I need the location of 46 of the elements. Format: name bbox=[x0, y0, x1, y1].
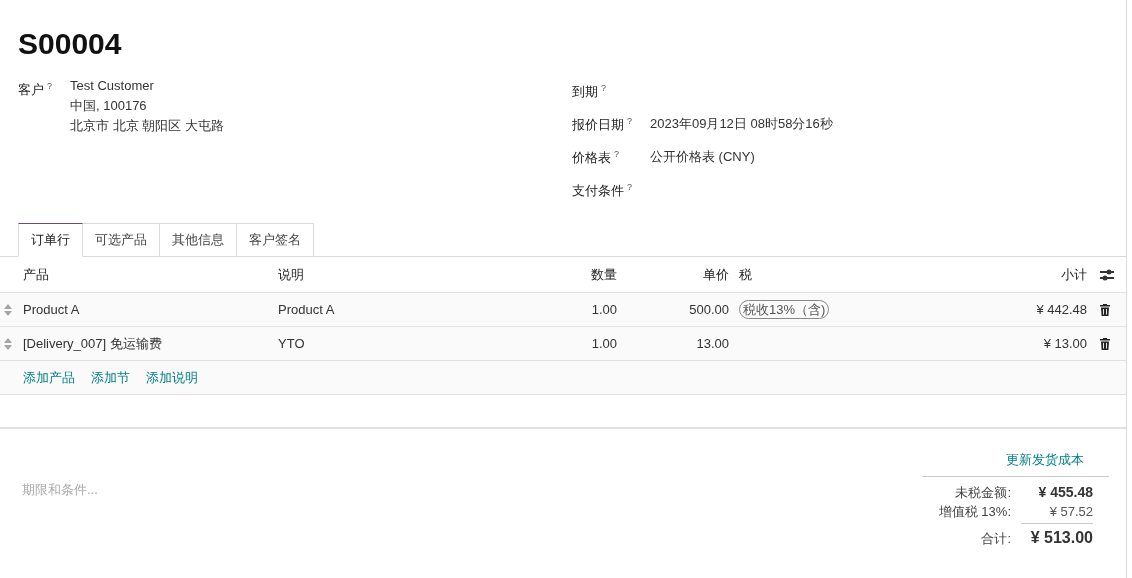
column-header[interactable]: 说明 bbox=[278, 266, 304, 282]
table-cell: 1.00 bbox=[591, 302, 617, 317]
trash-icon[interactable] bbox=[1100, 337, 1110, 350]
column-header[interactable]: 单价 bbox=[703, 266, 729, 282]
update-shipping-button[interactable]: 更新发货成本 bbox=[1002, 449, 1109, 471]
tab[interactable]: 客户签名 bbox=[237, 223, 314, 257]
field-label: 到期 $^{?}$ bbox=[572, 82, 607, 102]
field-label: 价格表 $^{?}$ bbox=[572, 148, 620, 168]
column-header[interactable]: 数量 bbox=[591, 266, 617, 282]
column-header[interactable]: 产品 bbox=[23, 266, 49, 282]
column-header[interactable]: 税 bbox=[739, 266, 752, 282]
total-label: 合计: bbox=[981, 530, 1011, 548]
trash-icon[interactable] bbox=[1100, 303, 1110, 316]
table-cell: 1.00 bbox=[591, 336, 617, 351]
add-line-link[interactable]: 添加节 bbox=[91, 369, 130, 385]
add-line-link[interactable]: 添加说明 bbox=[146, 369, 198, 385]
order-title: S00004 bbox=[17, 26, 123, 62]
customer-address-line: Test Customer bbox=[70, 77, 155, 95]
table-cell: 500.00 bbox=[689, 302, 729, 317]
column-header[interactable]: 小计 bbox=[1061, 266, 1087, 282]
table-cell: Product A bbox=[278, 302, 335, 317]
total-value: ¥ 57.52 bbox=[1021, 502, 1093, 524]
field-value: 公开价格表 (CNY) bbox=[650, 148, 755, 166]
total-label: 增值税 13%: bbox=[938, 503, 1011, 521]
add-line-link[interactable]: 添加产品 bbox=[23, 369, 75, 385]
tab[interactable]: 订单行 bbox=[18, 223, 83, 257]
customer-address-line: 北京市 北京 朝阳区 大屯路 bbox=[70, 117, 224, 135]
tab[interactable]: 可选产品 bbox=[83, 223, 160, 257]
table-cell: [Delivery_007] 免运输费 bbox=[23, 335, 162, 351]
field-label: 支付条件 $^{?}$ bbox=[572, 181, 633, 201]
total-label: 未税金额: bbox=[955, 484, 1011, 502]
table-cell: 13.00 bbox=[696, 336, 729, 351]
drag-handle-icon[interactable] bbox=[4, 337, 12, 350]
total-value: ¥ 455.48 bbox=[1037, 483, 1093, 502]
table-cell: ¥ 13.00 bbox=[1043, 336, 1087, 351]
field-value: 2023年09月12日 08时58分16秒 bbox=[650, 115, 833, 133]
sliders-icon[interactable] bbox=[1100, 268, 1114, 281]
tab[interactable]: 其他信息 bbox=[160, 223, 237, 257]
field-label: 客户 $^{?}$ bbox=[18, 80, 53, 100]
drag-handle-icon[interactable] bbox=[4, 303, 12, 316]
customer-address-line: 中国, 100176 bbox=[70, 97, 148, 115]
total-value: ¥ 513.00 bbox=[1029, 528, 1093, 548]
table-cell: ¥ 442.48 bbox=[1036, 302, 1087, 317]
field-label: 报价日期 $^{?}$ bbox=[572, 115, 633, 135]
table-cell: Product A bbox=[23, 302, 80, 317]
table-cell: YTO bbox=[278, 336, 305, 351]
